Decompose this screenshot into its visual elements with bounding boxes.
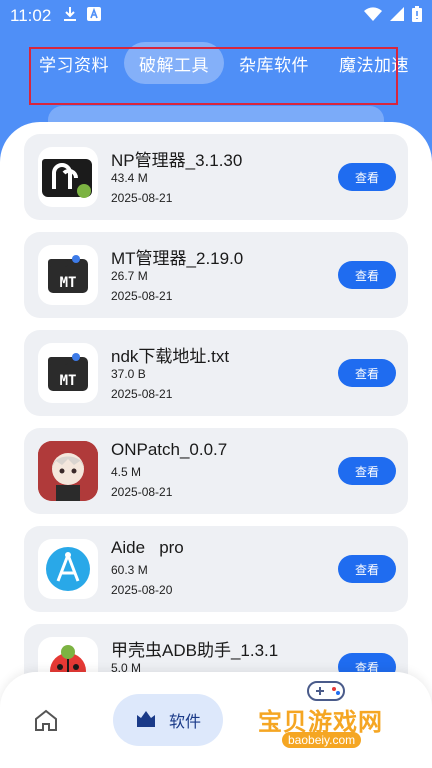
view-button[interactable]: 查看 bbox=[338, 359, 396, 387]
item-size: 37.0 B bbox=[111, 367, 146, 381]
home-icon bbox=[34, 709, 58, 736]
item-size: 4.5 M bbox=[111, 465, 142, 479]
view-button[interactable]: 查看 bbox=[338, 261, 396, 289]
watermark-url: baobeiy.com bbox=[282, 732, 362, 748]
view-button[interactable]: 查看 bbox=[338, 457, 396, 485]
status-time: 11:02 bbox=[10, 6, 52, 25]
nav-home[interactable] bbox=[28, 706, 64, 738]
nav-software-label: 软件 bbox=[168, 714, 201, 731]
watermark: 宝贝游戏网 baobeiy.com bbox=[256, 678, 406, 762]
status-bar: 11:02 bbox=[0, 0, 432, 32]
item-size: 60.3 M bbox=[111, 563, 148, 577]
item-date: 2025-08-21 bbox=[111, 387, 173, 401]
item-date: 2025-08-21 bbox=[111, 485, 173, 499]
item-date: 2025-08-21 bbox=[111, 289, 173, 303]
annotation-highlight-box bbox=[29, 47, 398, 105]
list-item[interactable]: MT ndk下载地址.txt 37.0 B 2025-08-21 查看 bbox=[24, 330, 408, 416]
onpatch-icon bbox=[38, 441, 98, 501]
download-icon bbox=[63, 6, 77, 27]
item-date: 2025-08-20 bbox=[111, 583, 173, 597]
item-size: 26.7 M bbox=[111, 269, 148, 283]
list-item[interactable]: MT MT管理器_2.19.0 26.7 M 2025-08-21 查看 bbox=[24, 232, 408, 318]
item-title: MT管理器_2.19.0 bbox=[111, 249, 244, 268]
list-item[interactable]: ONPatch_0.0.7 4.5 M 2025-08-21 查看 bbox=[24, 428, 408, 514]
view-button[interactable]: 查看 bbox=[338, 163, 396, 191]
svg-text:MT: MT bbox=[60, 373, 77, 389]
list-item[interactable]: NP管理器_3.1.30 43.4 M 2025-08-21 查看 bbox=[24, 134, 408, 220]
list-item[interactable]: Aide pro 60.3 M 2025-08-20 查看 bbox=[24, 526, 408, 612]
crown-bag-icon bbox=[135, 708, 157, 733]
signal-icon bbox=[390, 6, 404, 26]
item-title: 甲壳虫ADB助手_1.3.1 bbox=[111, 641, 279, 660]
np-manager-icon bbox=[38, 147, 98, 207]
item-title: ndk下载地址.txt bbox=[111, 347, 230, 366]
battery-icon bbox=[412, 5, 422, 27]
nav-software[interactable]: 软件 bbox=[113, 694, 223, 746]
svg-text:MT: MT bbox=[60, 275, 77, 291]
item-title: NP管理器_3.1.30 bbox=[111, 151, 243, 170]
mt-manager-icon: MT bbox=[38, 245, 98, 305]
view-button[interactable]: 查看 bbox=[338, 555, 396, 583]
item-date: 2025-08-21 bbox=[111, 191, 173, 205]
item-title: Aide pro bbox=[111, 538, 184, 557]
item-title: ONPatch_0.0.7 bbox=[111, 440, 228, 459]
wifi-icon bbox=[364, 6, 382, 26]
aide-icon bbox=[38, 539, 98, 599]
item-size: 43.4 M bbox=[111, 171, 148, 185]
tab-partial-next[interactable]: 影 bbox=[424, 42, 432, 84]
mt-manager-icon: MT bbox=[38, 343, 98, 403]
app-notification-icon bbox=[87, 6, 102, 26]
